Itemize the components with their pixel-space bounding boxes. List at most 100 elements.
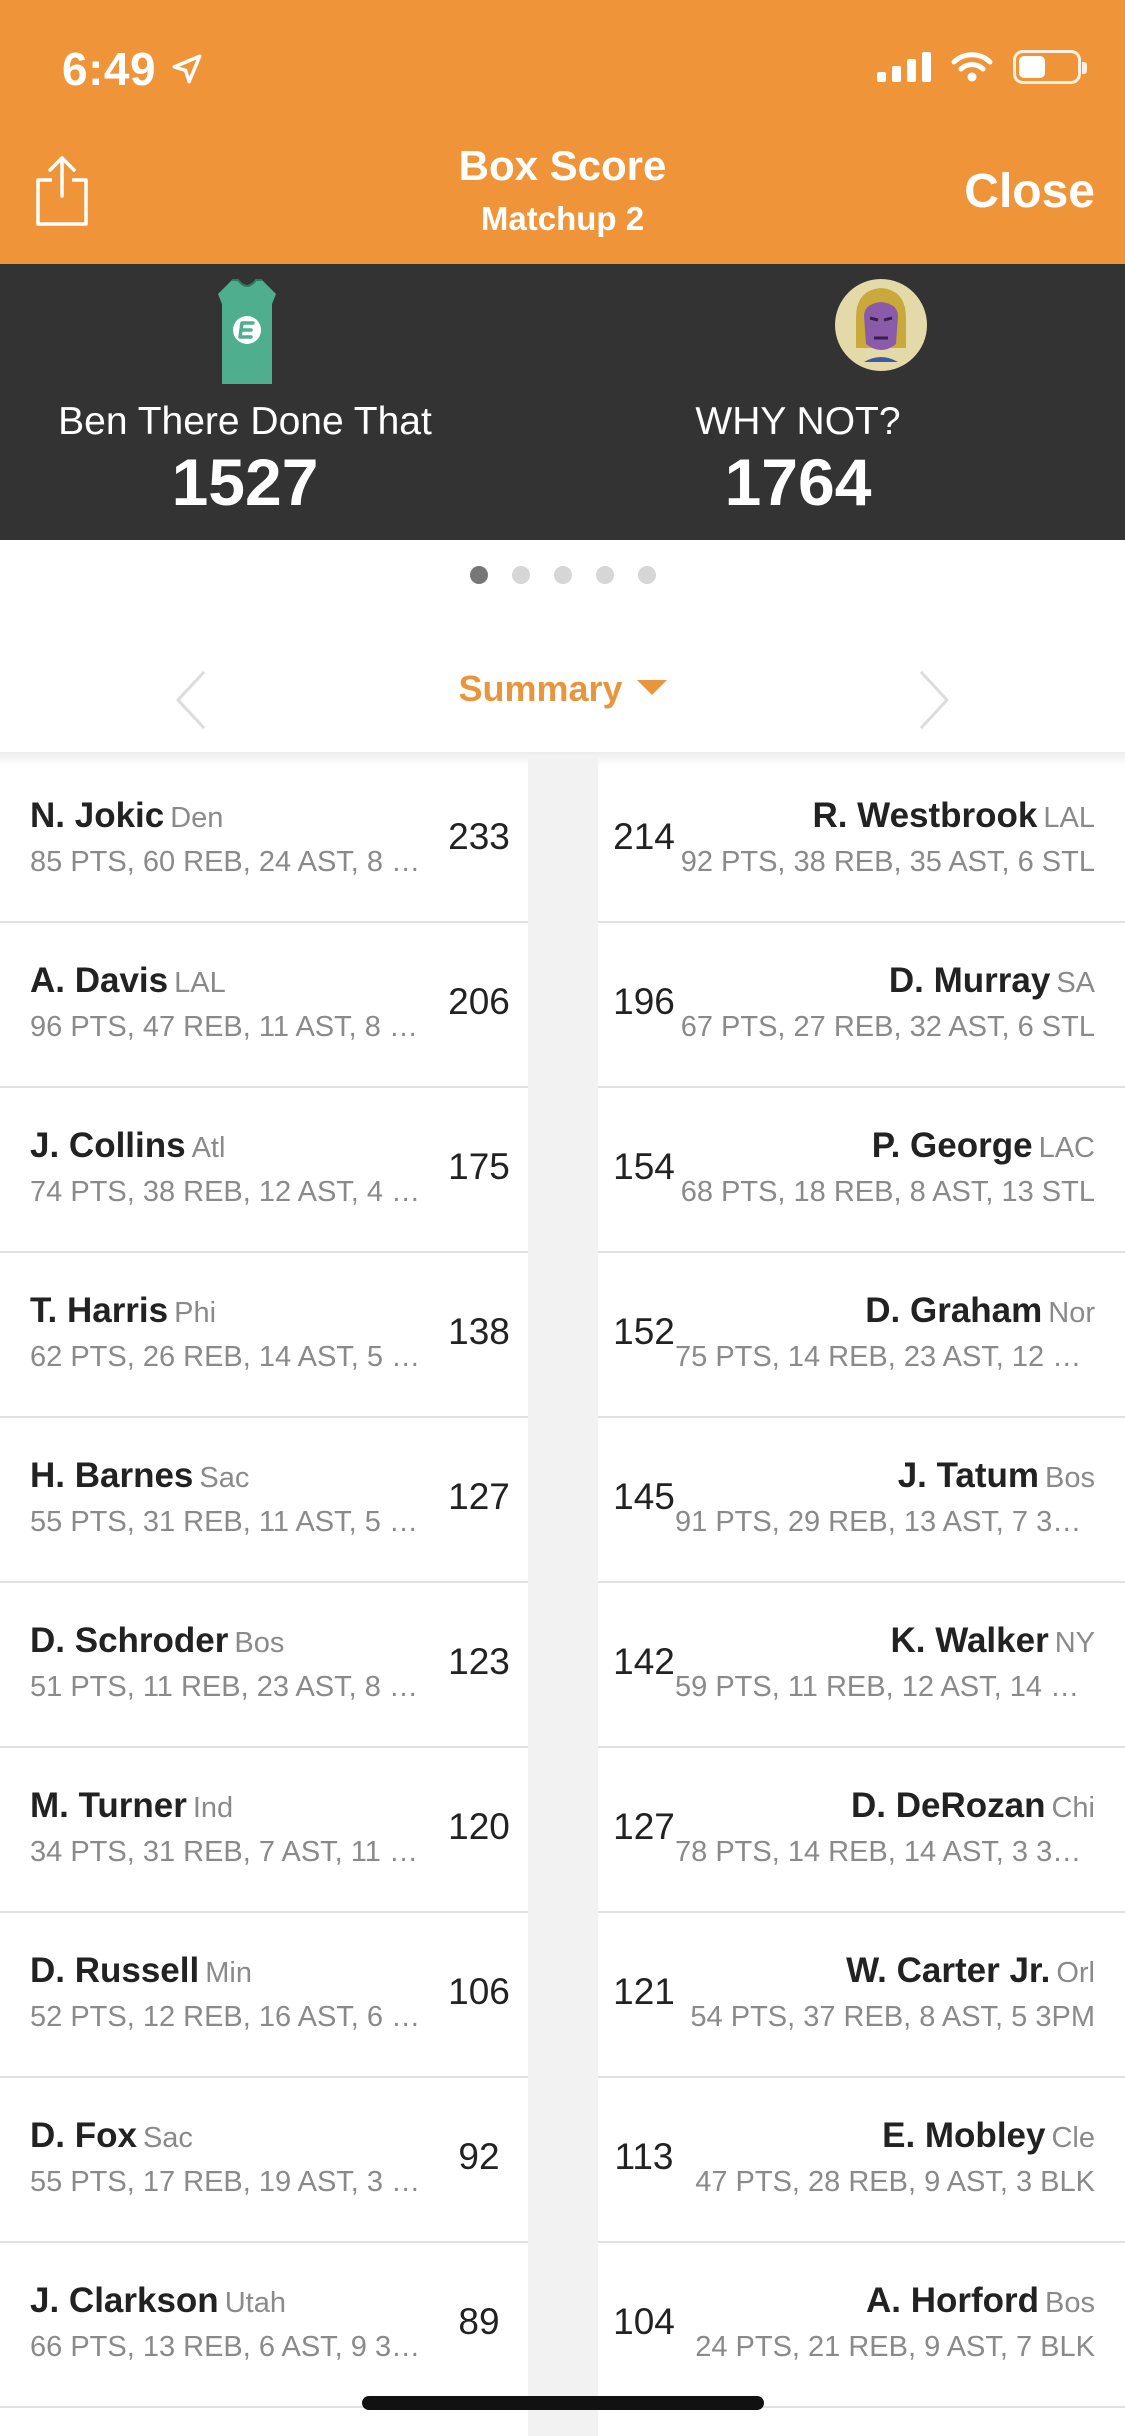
player-stats: 78 PTS, 14 REB, 14 AST, 3 3PM <box>675 1836 1095 1868</box>
player-score: 106 <box>448 1971 510 2012</box>
page-dot[interactable] <box>469 566 488 584</box>
player-left[interactable]: M. Turner Ind 34 PTS, 31 REB, 7 AST, 11 BL… <box>30 1786 430 1869</box>
chevron-right-icon[interactable] <box>905 660 965 740</box>
player-name: W. Carter Jr. <box>846 1951 1051 1990</box>
player-name-line: D. Schroder Bos <box>30 1621 430 1661</box>
player-team: LAL <box>174 967 226 999</box>
player-name: D. Murray <box>888 961 1051 1000</box>
player-name: J. Tatum <box>897 1456 1040 1495</box>
player-stats: 75 PTS, 14 REB, 23 AST, 12 3PM <box>675 1341 1095 1373</box>
home-indicator[interactable] <box>362 2396 764 2410</box>
status-indicators <box>877 50 1087 84</box>
player-name: D. DeRozan <box>851 1786 1046 1825</box>
player-right[interactable]: D. Graham Nor 75 PTS, 14 REB, 23 AST, 12 3… <box>675 1291 1095 1374</box>
status-time-text: 6:49 <box>62 43 157 95</box>
player-name: K. Walker <box>890 1621 1049 1660</box>
player-left[interactable]: J. Collins Atl 74 PTS, 38 REB, 12 AST, 4 S… <box>30 1126 430 1209</box>
player-stats: 92 PTS, 38 REB, 35 AST, 6 STL <box>680 846 1095 878</box>
page-indicator[interactable] <box>0 566 1125 584</box>
team-left[interactable]: Ben There Done That 1527 <box>0 264 490 540</box>
player-left[interactable]: D. Fox Sac 55 PTS, 17 REB, 19 AST, 3 3PM <box>30 2116 430 2199</box>
player-score: 120 <box>448 1806 510 1847</box>
player-right[interactable]: P. George LAC 68 PTS, 18 REB, 8 AST, 13 ST… <box>675 1126 1095 1209</box>
player-name-line: D. Murray SA <box>675 961 1095 1001</box>
player-left[interactable]: A. Davis LAL 96 PTS, 47 REB, 11 AST, 8 BLK <box>30 961 430 1044</box>
player-team: Chi <box>1051 1792 1095 1824</box>
location-arrow-icon <box>172 54 202 84</box>
player-name: H. Barnes <box>30 1456 194 1495</box>
player-right[interactable]: R. Westbrook LAL 92 PTS, 38 REB, 35 AST, 6… <box>675 796 1095 879</box>
player-left[interactable]: H. Barnes Sac 55 PTS, 31 REB, 11 AST, 5 3P… <box>30 1456 430 1539</box>
player-right[interactable]: D. DeRozan Chi 78 PTS, 14 REB, 14 AST, 3 3… <box>675 1786 1095 1869</box>
wifi-icon <box>951 52 993 82</box>
player-score: 233 <box>448 816 510 857</box>
player-stats: 66 PTS, 13 REB, 6 AST, 9 3PM <box>30 2331 430 2363</box>
player-team: Nor <box>1048 1297 1095 1329</box>
player-score: 123 <box>448 1641 510 1682</box>
player-stats: 74 PTS, 38 REB, 12 AST, 4 STL <box>30 1176 430 1208</box>
page-dot[interactable] <box>553 566 572 584</box>
player-name: J. Clarkson <box>30 2281 219 2320</box>
player-name-line: J. Collins Atl <box>30 1126 430 1166</box>
player-left[interactable]: D. Russell Min 52 PTS, 12 REB, 16 AST, 6 3… <box>30 1951 430 2034</box>
player-stats: 85 PTS, 60 REB, 24 AST, 8 STL <box>30 846 430 878</box>
team-right-score: 1764 <box>724 445 872 519</box>
table-row: D. Schroder Bos 51 PTS, 11 REB, 23 AST, 8 … <box>0 1583 1125 1748</box>
player-name: D. Graham <box>865 1291 1043 1330</box>
table-row: D. Fox Sac 55 PTS, 17 REB, 19 AST, 3 3PM 92… <box>0 2078 1125 2243</box>
player-left[interactable]: J. Clarkson Utah 66 PTS, 13 REB, 6 AST, 9 … <box>30 2281 430 2364</box>
player-right[interactable]: E. Mobley Cle 47 PTS, 28 REB, 9 AST, 3 BLK <box>675 2116 1095 2199</box>
player-name-line: E. Mobley Cle <box>675 2116 1095 2156</box>
player-name: A. Davis <box>30 961 169 1000</box>
player-name-line: D. Fox Sac <box>30 2116 430 2156</box>
player-score: 127 <box>448 1476 510 1517</box>
player-stats: 52 PTS, 12 REB, 16 AST, 6 3PM <box>30 2001 430 2033</box>
battery-icon <box>1013 50 1087 84</box>
page-dot[interactable] <box>595 566 614 584</box>
player-right[interactable]: D. Murray SA 67 PTS, 27 REB, 32 AST, 6 STL <box>675 961 1095 1044</box>
team-right[interactable]: WHY NOT? 1764 <box>480 264 1116 540</box>
page-dot[interactable] <box>637 566 656 584</box>
team-right-name: WHY NOT? <box>695 400 901 443</box>
player-stats: 91 PTS, 29 REB, 13 AST, 7 3PM <box>675 1506 1095 1538</box>
player-right[interactable]: A. Horford Bos 24 PTS, 21 REB, 9 AST, 7 BL… <box>675 2281 1095 2364</box>
player-stats: 47 PTS, 28 REB, 9 AST, 3 BLK <box>695 2166 1095 2198</box>
player-name-line: P. George LAC <box>675 1126 1095 1166</box>
team-left-score: 1527 <box>171 445 319 519</box>
table-row: J. Collins Atl 74 PTS, 38 REB, 12 AST, 4 S… <box>0 1088 1125 1253</box>
player-name: D. Schroder <box>30 1621 229 1660</box>
player-stats: 55 PTS, 31 REB, 11 AST, 5 3PM <box>30 1506 430 1538</box>
player-name: M. Turner <box>30 1786 187 1825</box>
status-time: 6:49 <box>62 42 204 96</box>
matchup-header: Ben There Done That 1527 WHY NOT? 1764 <box>0 264 1125 540</box>
team-left-name: Ben There Done That <box>58 400 432 443</box>
nav-bar: 6:49 Box Score Matchup 2 Close <box>0 0 1125 264</box>
player-right[interactable]: W. Carter Jr. Orl 54 PTS, 37 REB, 8 AST, 5… <box>675 1951 1095 2034</box>
player-stats: 59 PTS, 11 REB, 12 AST, 14 3PM <box>675 1671 1095 1703</box>
player-team: Sac <box>142 2122 193 2154</box>
player-name-line: W. Carter Jr. Orl <box>675 1951 1095 1991</box>
player-score: 206 <box>448 981 510 1022</box>
player-team: Bos <box>234 1627 285 1659</box>
player-team: Den <box>170 802 224 834</box>
player-right[interactable]: K. Walker NY 59 PTS, 11 REB, 12 AST, 14 3P… <box>675 1621 1095 1704</box>
player-right[interactable]: J. Tatum Bos 91 PTS, 29 REB, 13 AST, 7 3PM <box>675 1456 1095 1539</box>
player-name-line: J. Clarkson Utah <box>30 2281 430 2321</box>
player-left[interactable]: N. Jokic Den 85 PTS, 60 REB, 24 AST, 8 STL <box>30 796 430 879</box>
player-left[interactable]: D. Schroder Bos 51 PTS, 11 REB, 23 AST, 8 … <box>30 1621 430 1704</box>
player-name-line: A. Davis LAL <box>30 961 430 1001</box>
page-title: Box Score <box>458 142 667 189</box>
player-stats: 34 PTS, 31 REB, 7 AST, 11 BLK <box>30 1836 430 1868</box>
player-name: D. Russell <box>30 1951 200 1990</box>
player-team: Orl <box>1056 1957 1095 1989</box>
player-stats: 51 PTS, 11 REB, 23 AST, 8 3PM <box>30 1671 430 1703</box>
player-name-line: T. Harris Phi <box>30 1291 430 1331</box>
player-team: Cle <box>1051 2122 1095 2154</box>
player-left[interactable]: T. Harris Phi 62 PTS, 26 REB, 14 AST, 5 3P… <box>30 1291 430 1374</box>
page-dot[interactable] <box>511 566 530 584</box>
player-name: J. Collins <box>30 1126 186 1165</box>
close-button[interactable]: Close <box>964 164 1095 219</box>
table-row: H. Barnes Sac 55 PTS, 31 REB, 11 AST, 5 3P… <box>0 1418 1125 1583</box>
player-team: Bos <box>1045 1462 1095 1494</box>
jersey-icon <box>218 279 276 384</box>
